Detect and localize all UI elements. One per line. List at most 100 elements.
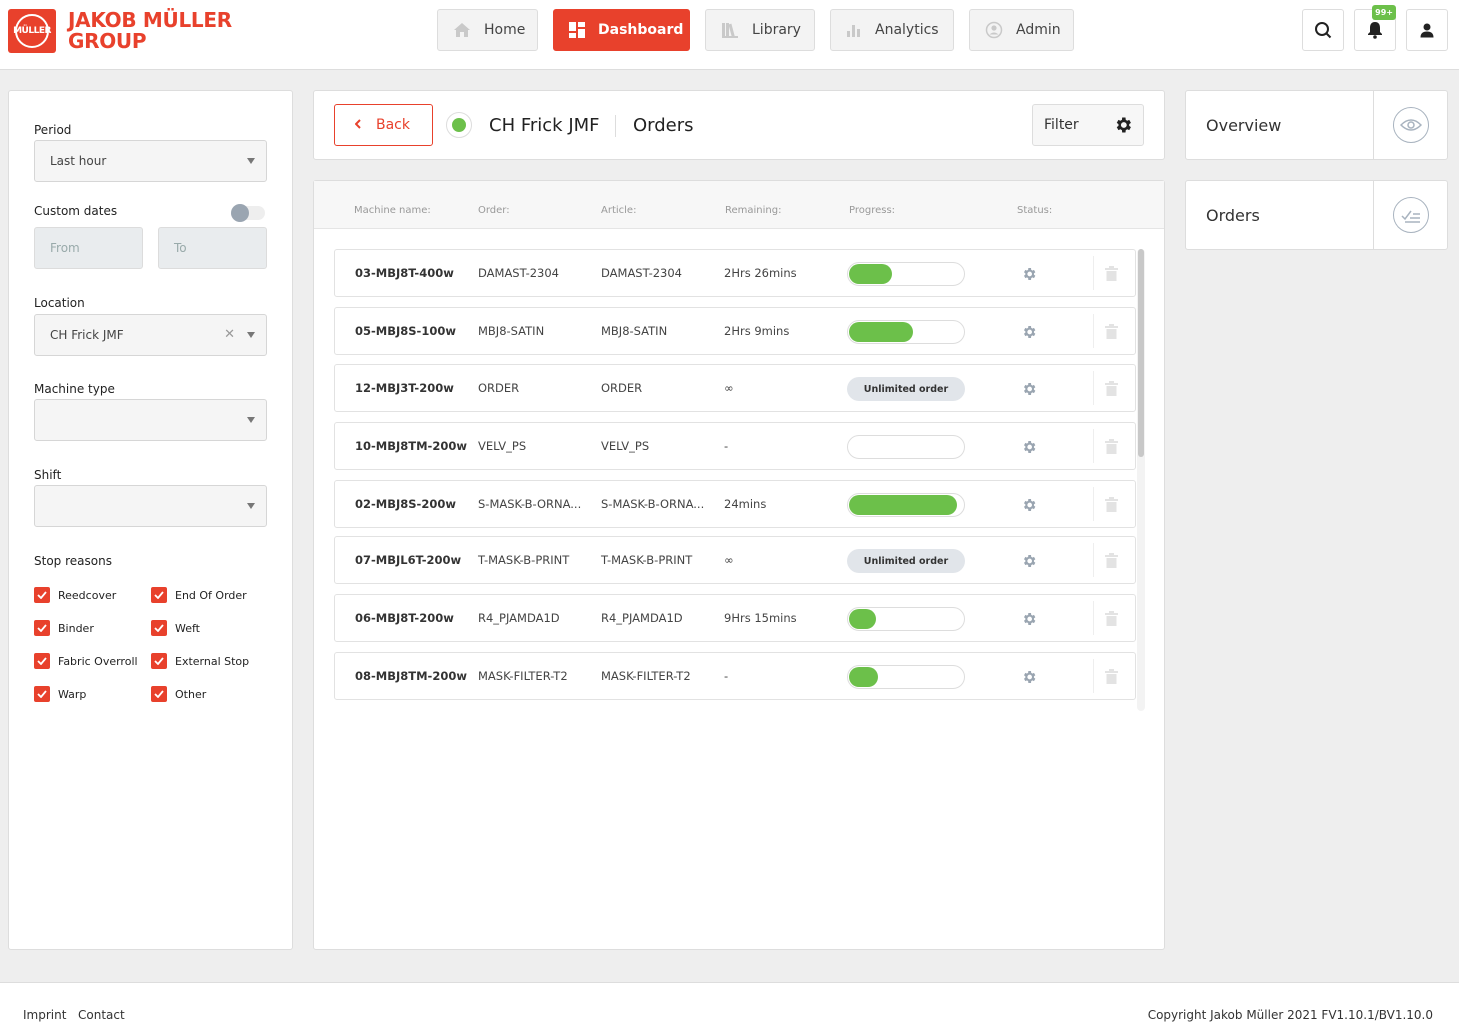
progress-bar <box>847 262 965 286</box>
table-row[interactable]: 05-MBJ8S-100w MBJ8-SATIN MBJ8-SATIN 2Hrs 9m… <box>334 307 1136 355</box>
scrollbar-track[interactable] <box>1137 249 1145 711</box>
orders-card[interactable]: Orders <box>1185 180 1448 250</box>
stop-reasons-label: Stop reasons <box>34 554 112 568</box>
progress-bar <box>847 435 965 459</box>
profile-button[interactable] <box>1406 9 1448 51</box>
progress-fill <box>849 264 892 284</box>
imprint-link[interactable]: Imprint <box>23 1008 66 1022</box>
chevron-down-icon <box>247 332 255 338</box>
home-icon <box>453 21 471 39</box>
trash-icon[interactable] <box>1093 543 1129 577</box>
table-row[interactable]: 06-MBJ8T-200w R4_PJAMDA1D R4_PJAMDA1D 9Hrs … <box>334 594 1136 642</box>
machine-type-label: Machine type <box>34 382 115 396</box>
unlimited-order-badge: Unlimited order <box>847 377 965 401</box>
status-gear-icon[interactable] <box>1021 553 1037 573</box>
status-gear-icon[interactable] <box>1021 324 1037 344</box>
from-date-input[interactable]: From <box>34 227 143 269</box>
back-button[interactable]: Back <box>334 104 433 146</box>
notification-badge: 99+ <box>1372 5 1396 20</box>
col-progress: Progress: <box>849 205 896 216</box>
table-row[interactable]: 08-MBJ8TM-200w MASK-FILTER-T2 MASK-FILTER-… <box>334 652 1136 700</box>
period-select[interactable]: Last hour <box>34 140 267 182</box>
order-cell: T-MASK-B-PRINT <box>478 553 570 567</box>
notifications-button[interactable]: 99+ <box>1354 5 1396 51</box>
search-button[interactable] <box>1302 9 1344 51</box>
stop-reason-checkbox[interactable]: Warp <box>34 686 86 702</box>
remaining-cell: ∞ <box>724 381 734 395</box>
article-cell: MASK-FILTER-T2 <box>601 669 691 683</box>
machine-name-cell: 07-MBJL6T-200w <box>355 553 462 567</box>
orders-header: Back CH Frick JMF Orders Filter <box>313 90 1165 160</box>
progress-bar <box>847 320 965 344</box>
status-indicator-icon <box>446 112 472 138</box>
checkmark-icon <box>151 653 167 669</box>
overview-card[interactable]: Overview <box>1185 90 1448 160</box>
custom-dates-label: Custom dates <box>34 204 118 218</box>
contact-link[interactable]: Contact <box>78 1008 125 1022</box>
status-gear-icon[interactable] <box>1021 669 1037 689</box>
status-gear-icon[interactable] <box>1021 497 1037 517</box>
nav-analytics[interactable]: Analytics <box>830 9 954 51</box>
stop-reason-checkbox[interactable]: Fabric Overroll <box>34 653 138 669</box>
order-cell: S-MASK-B-ORNA... <box>478 497 582 511</box>
stop-reason-checkbox[interactable]: External Stop <box>151 653 249 669</box>
table-row[interactable]: 12-MBJ3T-200w ORDER ORDER ∞ Unlimited order <box>334 364 1136 412</box>
scrollbar-thumb[interactable] <box>1138 249 1144 457</box>
table-row[interactable]: 02-MBJ8S-200w S-MASK-B-ORNA... S-MASK-B-OR… <box>334 480 1136 528</box>
remaining-cell: 2Hrs 26mins <box>724 266 797 280</box>
title-divider <box>615 115 616 137</box>
trash-icon[interactable] <box>1093 601 1129 635</box>
to-date-input[interactable]: To <box>158 227 267 269</box>
progress-fill <box>849 667 878 687</box>
stop-reason-checkbox[interactable]: Binder <box>34 620 94 636</box>
stop-reason-checkbox[interactable]: End Of Order <box>151 587 247 603</box>
filter-button[interactable]: Filter <box>1032 104 1144 146</box>
stop-reason-label: Weft <box>175 621 200 635</box>
table-row[interactable]: 10-MBJ8TM-200w VELV_PS VELV_PS - <box>334 422 1136 470</box>
stop-reason-checkbox[interactable]: Weft <box>151 620 200 636</box>
remaining-cell: 2Hrs 9mins <box>724 324 790 338</box>
nav-home[interactable]: Home <box>437 9 538 51</box>
shift-select[interactable] <box>34 485 267 527</box>
stop-reason-label: Fabric Overroll <box>58 654 138 668</box>
trash-icon[interactable] <box>1093 256 1129 290</box>
location-select[interactable]: CH Frick JMF ✕ <box>34 314 267 356</box>
brand-logo[interactable]: MÜLLER JAKOB MÜLLER GROUP <box>8 9 232 53</box>
trash-icon[interactable] <box>1093 487 1129 521</box>
stop-reason-checkbox[interactable]: Reedcover <box>34 587 116 603</box>
admin-icon <box>985 21 1003 39</box>
table-row[interactable]: 03-MBJ8T-400w DAMAST-2304 DAMAST-2304 2Hrs … <box>334 249 1136 297</box>
custom-dates-toggle[interactable] <box>231 204 265 222</box>
brand-line1: JAKOB MÜLLER <box>68 8 232 32</box>
article-cell: DAMAST-2304 <box>601 266 682 280</box>
trash-icon[interactable] <box>1093 659 1129 693</box>
status-gear-icon[interactable] <box>1021 611 1037 631</box>
table-row[interactable]: 07-MBJL6T-200w T-MASK-B-PRINT T-MASK-B-PRI… <box>334 536 1136 584</box>
checkmark-icon <box>34 686 50 702</box>
trash-icon[interactable] <box>1093 314 1129 348</box>
clear-icon[interactable]: ✕ <box>224 327 235 342</box>
trash-icon[interactable] <box>1093 371 1129 405</box>
order-cell: ORDER <box>478 381 520 395</box>
progress-fill <box>849 322 913 342</box>
orders-table: Machine name: Order: Article: Remaining:… <box>313 180 1165 950</box>
checkmark-icon <box>151 686 167 702</box>
chevron-left-icon <box>354 117 361 133</box>
nav-dashboard[interactable]: Dashboard <box>553 9 690 51</box>
machine-type-select[interactable] <box>34 399 267 441</box>
nav-admin[interactable]: Admin <box>969 9 1074 51</box>
col-article: Article: <box>601 205 637 216</box>
article-cell: R4_PJAMDA1D <box>601 611 683 625</box>
status-gear-icon[interactable] <box>1021 381 1037 401</box>
article-cell: ORDER <box>601 381 643 395</box>
machine-name-cell: 03-MBJ8T-400w <box>355 266 454 280</box>
progress-bar <box>847 665 965 689</box>
trash-icon[interactable] <box>1093 429 1129 463</box>
stop-reason-checkbox[interactable]: Other <box>151 686 206 702</box>
analytics-icon <box>846 21 862 39</box>
status-gear-icon[interactable] <box>1021 266 1037 286</box>
logo-mark-icon: MÜLLER <box>8 9 56 53</box>
nav-library[interactable]: Library <box>705 9 815 51</box>
status-gear-icon[interactable] <box>1021 439 1037 459</box>
article-cell: MBJ8-SATIN <box>601 324 668 338</box>
